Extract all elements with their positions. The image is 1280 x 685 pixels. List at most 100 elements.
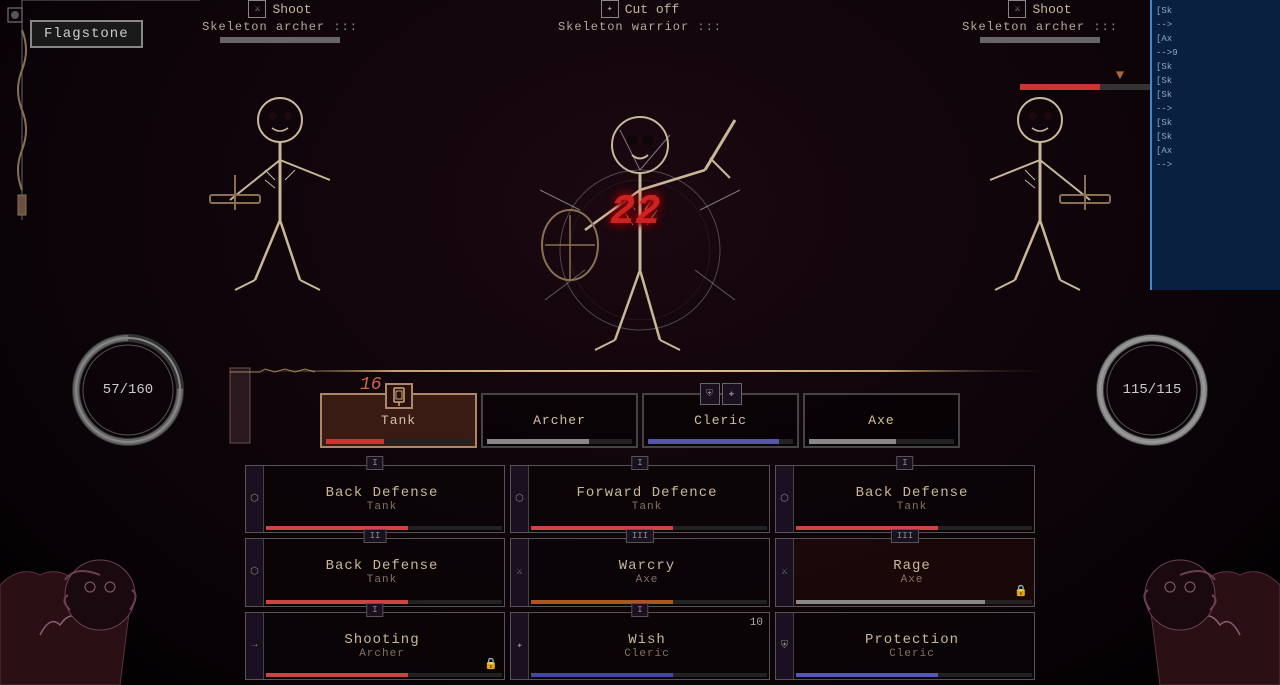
skill-1-left-bar: ⬡ — [246, 466, 264, 532]
skill-3-top-icon: I — [896, 456, 913, 470]
skill-1-name: Back Defense — [326, 485, 439, 501]
skill-shooting[interactable]: I → Shooting Archer 🔒 — [245, 612, 505, 680]
battle-area: Flagstone [Sk --> [Ax -->9 [Sk [Sk [Sk -… — [0, 0, 1280, 685]
char-tab-archer[interactable]: Archer — [481, 393, 638, 448]
enemy-right: ⚔ Shoot Skeleton archer ::: — [940, 0, 1140, 46]
archer-tab-bar — [487, 439, 632, 444]
shield-icon-4: ⬡ — [250, 566, 259, 578]
skill-7-name: Shooting — [344, 632, 419, 648]
enemy-center-action: ✦ Cut off — [490, 0, 790, 18]
tank-tab-label: Tank — [381, 413, 416, 428]
log-line-7: [Sk — [1156, 88, 1276, 102]
tank-tab-icon — [385, 383, 413, 409]
log-line-9: [Sk — [1156, 116, 1276, 130]
skill-back-defense-1[interactable]: I ⬡ Back Defense Tank — [245, 465, 505, 533]
skeleton-right-figure — [960, 80, 1120, 360]
skill-2-name: Forward Defence — [576, 485, 717, 501]
skill-8-bar-fill — [531, 673, 673, 677]
enemy-center-name: Skeleton warrior ::: — [490, 20, 790, 34]
skill-5-bar-fill — [531, 600, 673, 604]
log-line-12: --> — [1156, 158, 1276, 172]
skill-6-top-icon: III — [891, 529, 919, 543]
skill-6-bar-fill — [796, 600, 985, 604]
shield-icon-2: ⬡ — [515, 493, 524, 505]
log-line-2: --> — [1156, 18, 1276, 32]
skill-forward-defence[interactable]: I ⬡ Forward Defence Tank — [510, 465, 770, 533]
skill-6-type: Axe — [901, 574, 924, 586]
skill-9-name: Protection — [865, 632, 959, 648]
skill-back-defense-2[interactable]: I ⬡ Back Defense Tank — [775, 465, 1035, 533]
log-line-6: [Sk — [1156, 74, 1276, 88]
char-tab-cleric[interactable]: ⛨ ✚ Cleric — [642, 393, 799, 448]
skill-7-left-bar: → — [246, 613, 264, 679]
skill-grid: I ⬡ Back Defense Tank I ⬡ Forward Defenc… — [240, 460, 1040, 685]
axe-icon: ⚔ — [516, 566, 522, 578]
skill-7-type: Archer — [359, 648, 405, 660]
skill-back-defense-3[interactable]: II ⬡ Back Defense Tank — [245, 538, 505, 606]
skill-5-left-bar: ⚔ — [511, 539, 529, 605]
char-tab-axe[interactable]: Axe — [803, 393, 960, 448]
char-tab-tank[interactable]: Tank — [320, 393, 477, 448]
enemy-center: ✦ Cut off Skeleton warrior ::: ▼ — [490, 0, 790, 34]
skill-warcry[interactable]: III ⚔ Warcry Axe — [510, 538, 770, 606]
skill-4-bar — [266, 600, 502, 604]
archer-tab-bar-fill — [487, 439, 589, 444]
skill-3-left-bar: ⬡ — [776, 466, 794, 532]
skill-4-bar-fill — [266, 600, 408, 604]
skill-7-bar — [266, 673, 502, 677]
sword-icon: ⚔ — [248, 0, 266, 18]
skill-8-name: Wish — [628, 632, 666, 648]
skill-8-top-icon: I — [631, 603, 648, 617]
log-line-5: [Sk — [1156, 60, 1276, 74]
cleric-tab-label: Cleric — [694, 413, 747, 428]
skill-4-name: Back Defense — [326, 558, 439, 574]
tab-number: 16 — [360, 375, 382, 395]
log-line-1: [Sk — [1156, 4, 1276, 18]
log-line-4: -->9 — [1156, 46, 1276, 60]
enemy-right-name: Skeleton archer ::: — [940, 20, 1140, 34]
enemy-left: ⚔ Shoot Skeleton archer ::: — [180, 0, 380, 46]
enemy-right-hp-fill — [980, 37, 1100, 43]
skill-wish[interactable]: I ✦ Wish Cleric 10 — [510, 612, 770, 680]
skill-3-type: Tank — [897, 501, 927, 513]
skeleton-left-figure — [200, 80, 360, 360]
skill-5-type: Axe — [636, 574, 659, 586]
enemy-right-hp-bar — [980, 37, 1100, 43]
skill-9-bar — [796, 673, 1032, 677]
enemy-left-hp-fill — [220, 37, 340, 43]
enemy-right-action: ⚔ Shoot — [940, 0, 1140, 18]
skill-5-bar — [531, 600, 767, 604]
log-line-3: [Ax — [1156, 32, 1276, 46]
axe-tab-bar-fill — [809, 439, 896, 444]
hp-circle-right: 115/115 — [1092, 330, 1212, 450]
skill-3-name: Back Defense — [856, 485, 969, 501]
lock-icon-shooting: 🔒 — [484, 657, 498, 671]
tank-tab-bar-fill — [326, 439, 384, 444]
skill-6-name: Rage — [893, 558, 931, 574]
log-line-11: [Ax — [1156, 144, 1276, 158]
skill-rage[interactable]: III ⚔ Rage Axe 🔒 — [775, 538, 1035, 606]
char-tabs: Tank Archer ⛨ ✚ Cleric Axe — [320, 390, 960, 450]
skill-1-type: Tank — [367, 501, 397, 513]
party-right-hp: 115/115 — [1123, 382, 1182, 398]
shield-icon-3: ⬡ — [780, 493, 789, 505]
damage-number: 22 — [610, 188, 660, 236]
skill-9-bar-fill — [796, 673, 938, 677]
skill-4-type: Tank — [367, 574, 397, 586]
axe-tab-label: Axe — [868, 413, 894, 428]
lock-icon-rage: 🔒 — [1014, 584, 1028, 598]
skill-protection[interactable]: ⛨ Protection Cleric — [775, 612, 1035, 680]
cleric-tab-bar — [648, 439, 793, 444]
skill-9-type: Cleric — [889, 648, 935, 660]
corner-bottom-right — [1040, 435, 1280, 685]
tank-tab-bar — [326, 439, 471, 444]
log-panel: [Sk --> [Ax -->9 [Sk [Sk [Sk --> [Sk [Sk… — [1150, 0, 1280, 290]
skill-7-top-icon: I — [366, 603, 383, 617]
skill-2-top-icon: I — [631, 456, 648, 470]
axe-tab-bar — [809, 439, 954, 444]
skill-8-count: 10 — [750, 617, 763, 629]
skill-8-bar — [531, 673, 767, 677]
cleric-tab-bar-fill — [648, 439, 779, 444]
rage-icon: ⚔ — [781, 566, 787, 578]
enemy-left-name: Skeleton archer ::: — [180, 20, 380, 34]
